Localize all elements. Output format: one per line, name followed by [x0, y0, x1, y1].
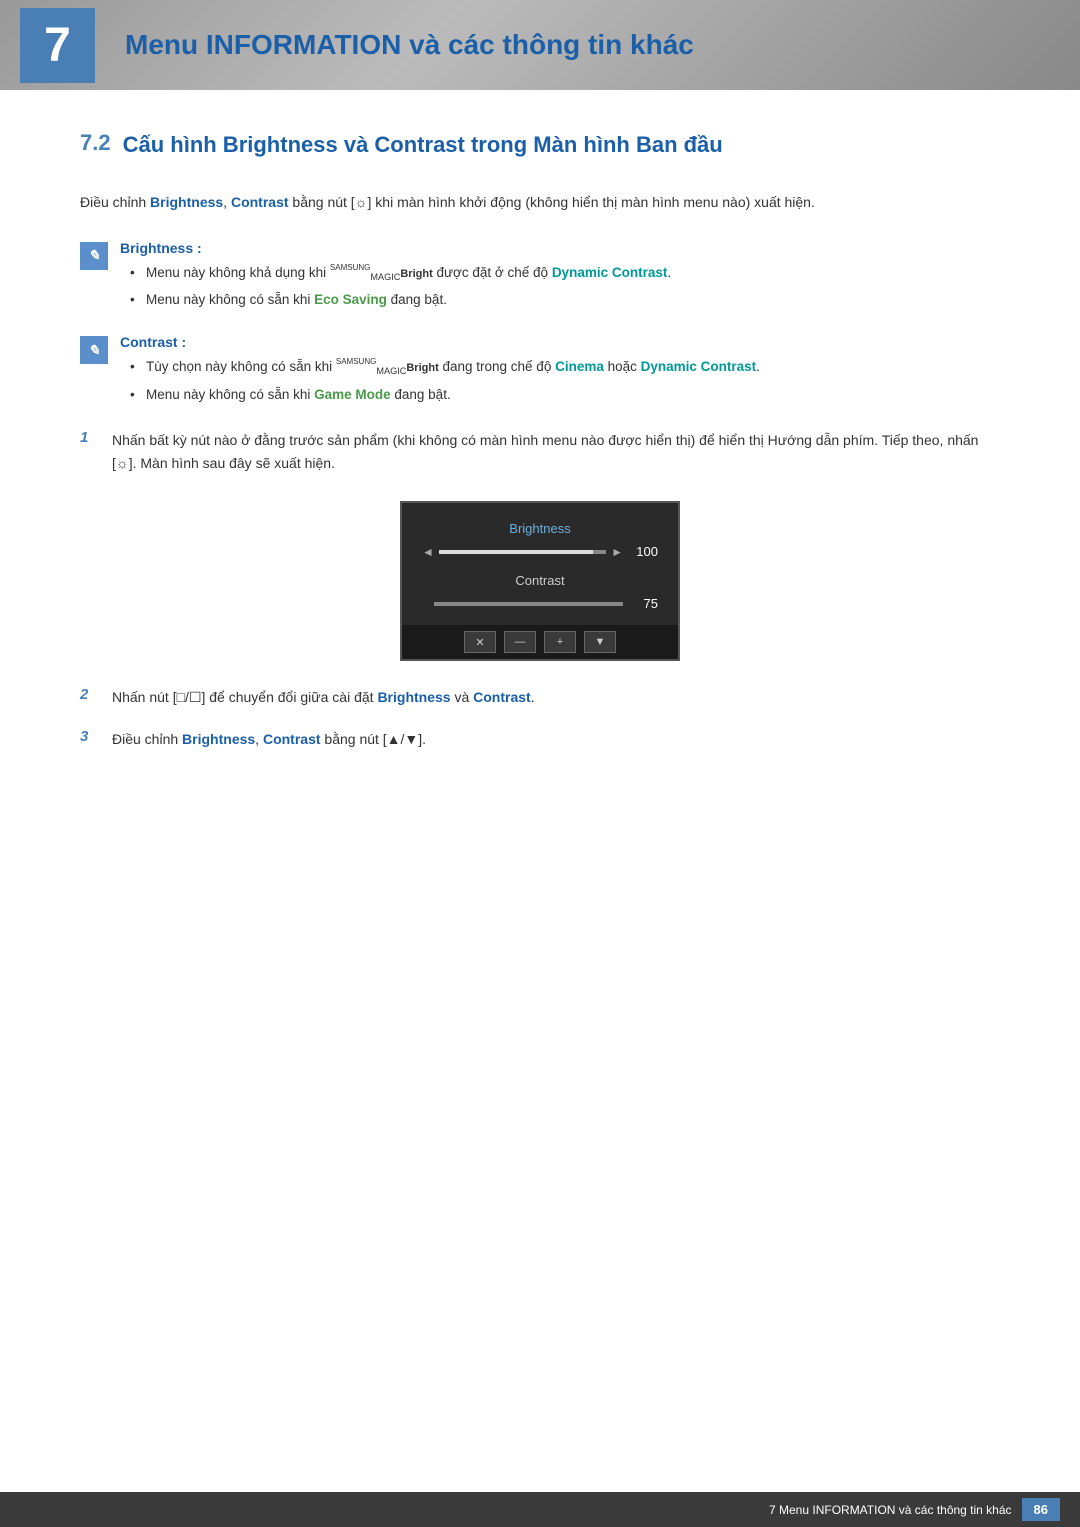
brightness-screen-label: Brightness [422, 521, 658, 536]
screen-btn-minus[interactable]: — [504, 631, 536, 653]
brightness-slider-track [439, 550, 606, 554]
brightness-slider-row: ◄ ► 100 [422, 544, 658, 559]
screen-btn-down[interactable]: ▼ [584, 631, 616, 653]
contrast-ref-3: Contrast [263, 731, 321, 747]
brightness-keyword: Brightness [150, 194, 223, 210]
step-3: 3 Điều chỉnh Brightness, Contrast bằng n… [80, 728, 1000, 752]
chapter-number: 7 [44, 18, 71, 73]
step-number-2: 2 [80, 686, 100, 703]
section-heading: 7.2 Cấu hình Brightness và Contrast tron… [80, 130, 1000, 161]
contrast-slider-track [434, 602, 623, 606]
screen-btn-x[interactable]: ✕ [464, 631, 496, 653]
contrast-note-content: Contrast : Tùy chọn này không có sẵn khi… [120, 334, 1000, 410]
brightness-value: 100 [633, 544, 658, 559]
arrow-left-icon: ◄ [422, 545, 434, 559]
section-number: 7.2 [80, 130, 111, 156]
footer-page-number: 86 [1022, 1498, 1060, 1521]
contrast-bullet-list: Tùy chọn này không có sẵn khi SAMSUNGMAG… [120, 356, 1000, 405]
step-2-text: Nhấn nút [□/☐] để chuyển đổi giữa cài đặ… [112, 686, 1000, 710]
step-1: 1 Nhấn bất kỳ nút nào ở đằng trước sản p… [80, 429, 1000, 477]
cinema-keyword: Cinema [555, 359, 604, 374]
list-item: Menu này không có sẵn khi Eco Saving đan… [130, 289, 1000, 311]
contrast-slider-fill [434, 602, 570, 606]
step-1-text: Nhấn bất kỳ nút nào ở đằng trước sản phẩ… [112, 429, 1000, 477]
contrast-note-block: ✎ Contrast : Tùy chọn này không có sẵn k… [80, 334, 1000, 410]
step-number-1: 1 [80, 429, 100, 446]
screen-buttons-row: ✕ — + ▼ [402, 625, 678, 659]
screen-mockup: Brightness ◄ ► 100 Contrast 75 ✕ — + [400, 501, 680, 661]
contrast-note-icon: ✎ [80, 336, 108, 364]
screen-btn-plus[interactable]: + [544, 631, 576, 653]
contrast-slider-row: 75 [422, 596, 658, 611]
list-item: Tùy chọn này không có sẵn khi SAMSUNGMAG… [130, 356, 1000, 379]
screen-container: Brightness ◄ ► 100 Contrast 75 ✕ — + [80, 501, 1000, 661]
brightness-note-title: Brightness : [120, 240, 1000, 256]
contrast-ref-2: Contrast [473, 689, 531, 705]
samsung-magic-bright: SAMSUNGMAGICBright [330, 268, 433, 280]
arrow-right-icon: ► [611, 545, 623, 559]
dynamic-contrast-keyword-2: Dynamic Contrast [641, 359, 757, 374]
contrast-note-title: Contrast : [120, 334, 1000, 350]
footer: 7 Menu INFORMATION và các thông tin khác… [0, 1492, 1080, 1527]
chapter-number-box: 7 [20, 8, 95, 83]
intro-paragraph: Điều chỉnh Brightness, Contrast bằng nút… [80, 191, 1000, 215]
step-3-text: Điều chỉnh Brightness, Contrast bằng nút… [112, 728, 1000, 752]
samsung-magic-bright-2: SAMSUNGMAGICBright [336, 362, 439, 374]
brightness-note-block: ✎ Brightness : Menu này không khả dụng k… [80, 240, 1000, 316]
brightness-slider-fill [439, 550, 593, 554]
contrast-keyword: Contrast [231, 194, 289, 210]
contrast-screen-label: Contrast [422, 573, 658, 588]
footer-nav-text: 7 Menu INFORMATION và các thông tin khác [769, 1503, 1012, 1517]
game-mode-keyword: Game Mode [314, 387, 391, 402]
brightness-note-icon: ✎ [80, 242, 108, 270]
eco-saving-keyword: Eco Saving [314, 292, 387, 307]
brightness-ref-3: Brightness [182, 731, 255, 747]
brightness-note-content: Brightness : Menu này không khả dụng khi… [120, 240, 1000, 316]
header-title: Menu INFORMATION và các thông tin khác [125, 29, 694, 61]
list-item: Menu này không có sẵn khi Game Mode đang… [130, 384, 1000, 406]
contrast-value: 75 [633, 596, 658, 611]
step-number-3: 3 [80, 728, 100, 745]
dynamic-contrast-keyword: Dynamic Contrast [552, 265, 668, 280]
header-banner: 7 Menu INFORMATION và các thông tin khác [0, 0, 1080, 90]
brightness-bullet-list: Menu này không khả dụng khi SAMSUNGMAGIC… [120, 262, 1000, 311]
brightness-ref-2: Brightness [377, 689, 450, 705]
main-content: 7.2 Cấu hình Brightness và Contrast tron… [0, 90, 1080, 850]
list-item: Menu này không khả dụng khi SAMSUNGMAGIC… [130, 262, 1000, 285]
section-title: Cấu hình Brightness và Contrast trong Mà… [123, 130, 723, 161]
step-2: 2 Nhấn nút [□/☐] để chuyển đổi giữa cài … [80, 686, 1000, 710]
